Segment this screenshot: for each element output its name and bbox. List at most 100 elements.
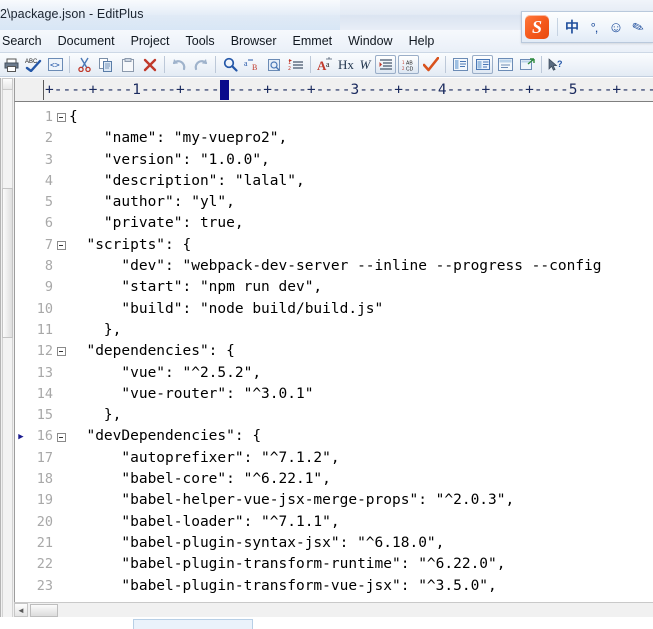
code-line-row[interactable]: 4 "description": "lalal", [15, 171, 653, 192]
svg-text:2: 2 [402, 66, 405, 71]
language-mode-button[interactable]: 中 [561, 16, 583, 38]
font-icon[interactable]: A a [314, 54, 336, 75]
cut-icon[interactable] [73, 54, 95, 75]
code-line-row[interactable]: 19 "babel-helper-vue-jsx-merge-props": "… [15, 490, 653, 511]
taskbar-item[interactable] [133, 619, 253, 629]
menu-item-tools[interactable]: Tools [178, 32, 223, 51]
code-line-row[interactable]: 5 "author": "yl", [15, 192, 653, 213]
vertical-scrollbar-thumb[interactable] [2, 188, 13, 338]
toolbar-separator [69, 56, 70, 73]
html-tag-icon[interactable]: <> [44, 54, 66, 75]
code-line-row[interactable]: 1{ [15, 107, 653, 128]
code-line-text: "babel-plugin-transform-vue-jsx": "^3.5.… [69, 577, 497, 594]
ime-divider [557, 18, 558, 36]
line-number: 12 [36, 343, 53, 360]
code-line-row[interactable]: 11 }, [15, 320, 653, 341]
browser-preview-icon[interactable] [516, 54, 538, 75]
code-line-row[interactable]: ▶ 16 "devDependencies": { [15, 426, 653, 447]
scroll-up-button[interactable] [2, 78, 13, 90]
code-line-text: "babel-plugin-syntax-jsx": "^6.18.0", [69, 534, 445, 551]
code-line-text: { [69, 109, 78, 125]
menu-item-project[interactable]: Project [123, 32, 178, 51]
delete-icon[interactable] [139, 54, 161, 75]
code-line-row[interactable]: 2 "name": "my-vuepro2", [15, 128, 653, 149]
code-line-text: "babel-core": "^6.22.1", [69, 471, 331, 488]
clip-library-icon[interactable] [494, 54, 516, 75]
handwriting-button[interactable]: ✎ [624, 13, 652, 41]
sogou-ime-logo-icon[interactable] [525, 15, 549, 39]
code-line-row[interactable]: 23 "babel-plugin-transform-vue-jsx": "^3… [15, 576, 653, 597]
find-icon[interactable] [219, 54, 241, 75]
ime-toolbar[interactable]: 中 °, ☺ ✎ [521, 11, 653, 43]
check-icon[interactable] [420, 54, 442, 75]
code-line-row[interactable]: 21 "babel-plugin-syntax-jsx": "^6.18.0", [15, 533, 653, 554]
undo-icon[interactable] [168, 54, 190, 75]
code-line-row[interactable]: 3 "version": "1.0.0", [15, 150, 653, 171]
code-line-text: "dependencies": { [69, 343, 235, 360]
menu-item-search[interactable]: Search [0, 32, 50, 51]
line-number: 6 [44, 215, 53, 232]
line-number: 9 [44, 279, 53, 296]
fold-box[interactable] [56, 113, 66, 123]
fold-collapse-icon[interactable] [53, 432, 69, 442]
code-line-row[interactable]: 14 "vue-router": "^3.0.1" [15, 384, 653, 405]
code-line-row[interactable]: 20 "babel-loader": "^7.1.1", [15, 512, 653, 533]
code-editor[interactable]: 1{2 "name": "my-vuepro2", 3 "version": "1… [14, 102, 653, 612]
code-line-row[interactable]: 6 "private": true, [15, 213, 653, 234]
line-number: 18 [36, 471, 53, 488]
code-line-row[interactable]: 7 "scripts": { [15, 235, 653, 256]
fold-box[interactable] [56, 432, 66, 442]
line-number: 5 [44, 194, 53, 211]
vertical-scrollbar-track[interactable] [2, 78, 13, 629]
menu-item-browser[interactable]: Browser [223, 32, 285, 51]
sort-icon[interactable]: 1 2 AB CD [398, 55, 419, 74]
horizontal-scrollbar-thumb[interactable] [30, 604, 58, 617]
horizontal-scrollbar[interactable]: ◄ [14, 602, 653, 617]
code-line-text: "build": "node build/build.js" [69, 300, 384, 317]
spell-check-icon[interactable]: ABC [22, 54, 44, 75]
code-line-row[interactable]: 10 "build": "node build/build.js" [15, 299, 653, 320]
fold-box[interactable] [56, 347, 66, 357]
redo-icon[interactable] [190, 54, 212, 75]
print-icon[interactable] [0, 54, 22, 75]
indent-icon[interactable] [375, 55, 396, 74]
paste-icon[interactable] [117, 54, 139, 75]
code-line-row[interactable]: 12 "dependencies": { [15, 341, 653, 362]
toolbar-separator [541, 56, 542, 73]
code-line-row[interactable]: 13 "vue": "^2.5.2", [15, 363, 653, 384]
line-number: 3 [44, 151, 53, 168]
punctuation-mode-button[interactable]: °, [583, 16, 605, 38]
replace-icon[interactable]: a B [241, 54, 263, 75]
hex-view-icon[interactable]: Hx [336, 54, 356, 75]
code-line-text: "start": "npm run dev", [69, 279, 323, 296]
fold-collapse-icon[interactable] [53, 113, 69, 123]
word-wrap-icon[interactable]: W [356, 54, 374, 75]
code-line-text: "babel-loader": "^7.1.1", [69, 513, 340, 530]
document-selector-icon[interactable] [449, 54, 471, 75]
editplus-window: 2\package.json - EditPlus 中 °, ☺ ✎ Searc… [0, 0, 653, 629]
menu-item-emmet[interactable]: Emmet [285, 32, 341, 51]
menu-item-help[interactable]: Help [401, 32, 443, 51]
code-line-row[interactable]: 15 }, [15, 405, 653, 426]
goto-line-icon[interactable]: 1 2 [285, 54, 307, 75]
toolbar-separator [310, 56, 311, 73]
fold-box[interactable] [56, 240, 66, 250]
toolbar-separator [445, 56, 446, 73]
fold-collapse-icon[interactable] [53, 347, 69, 357]
code-line-row[interactable]: 22 "babel-plugin-transform-runtime": "^6… [15, 554, 653, 575]
svg-text:a: a [326, 60, 330, 69]
context-help-icon[interactable]: ? [545, 54, 569, 75]
copy-icon[interactable] [95, 54, 117, 75]
menu-item-window[interactable]: Window [340, 32, 400, 51]
code-line-row[interactable]: 18 "babel-core": "^6.22.1", [15, 469, 653, 490]
code-line-row[interactable]: 9 "start": "npm run dev", [15, 277, 653, 298]
menu-item-document[interactable]: Document [50, 32, 123, 51]
find-in-files-icon[interactable] [263, 54, 285, 75]
directory-window-icon[interactable] [472, 55, 493, 74]
code-line-row[interactable]: 8 "dev": "webpack-dev-server --inline --… [15, 256, 653, 277]
line-number: 20 [36, 513, 53, 530]
scroll-left-button[interactable]: ◄ [14, 603, 28, 617]
code-line-row[interactable]: 17 "autoprefixer": "^7.1.2", [15, 448, 653, 469]
fold-collapse-icon[interactable] [53, 240, 69, 250]
code-line-text: "scripts": { [69, 236, 192, 253]
